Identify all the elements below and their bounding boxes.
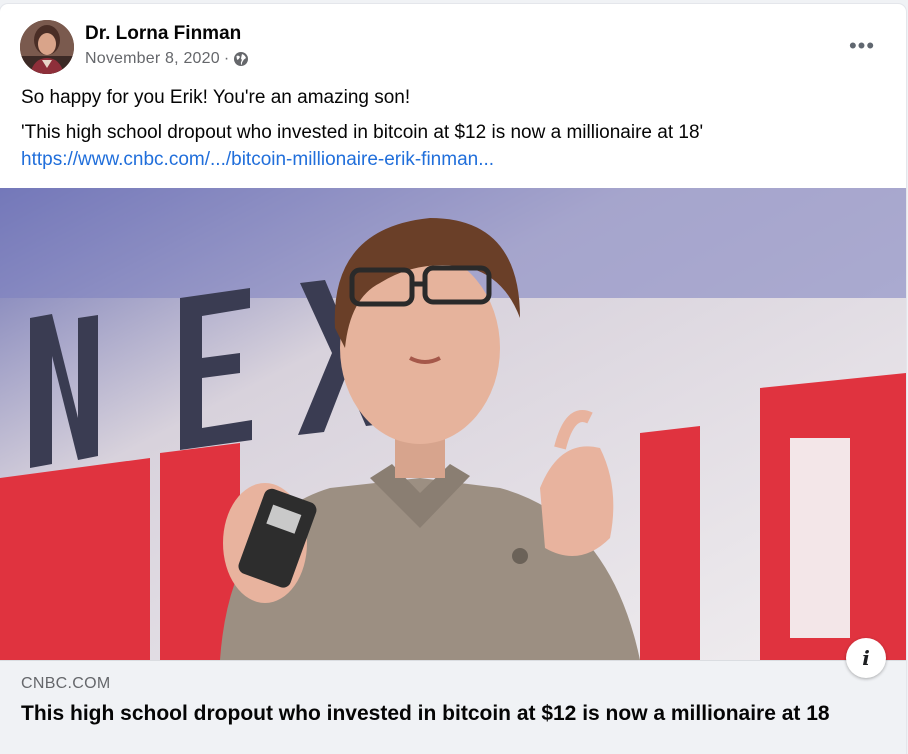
post-quote: 'This high school dropout who invested i… bbox=[21, 122, 704, 143]
globe-icon[interactable] bbox=[233, 51, 249, 67]
post-caption: So happy for you Erik! You're an amazing… bbox=[21, 87, 411, 108]
author-name[interactable]: Dr. Lorna Finman bbox=[85, 23, 241, 45]
preview-title[interactable]: This high school dropout who invested in… bbox=[21, 701, 881, 727]
link-preview[interactable]: CNBC.COM This high school dropout who in… bbox=[0, 660, 906, 754]
preview-domain: CNBC.COM bbox=[21, 675, 111, 692]
info-icon[interactable]: i bbox=[846, 638, 886, 678]
post-meta: November 8, 2020 · bbox=[85, 50, 249, 68]
post-card: Dr. Lorna Finman November 8, 2020 · ••• … bbox=[0, 4, 906, 754]
meta-separator: · bbox=[223, 50, 230, 67]
more-options-icon[interactable]: ••• bbox=[844, 28, 880, 64]
post-header: Dr. Lorna Finman November 8, 2020 · ••• bbox=[20, 20, 880, 74]
post-link[interactable]: https://www.cnbc.com/.../bitcoin-million… bbox=[21, 148, 494, 172]
author-avatar[interactable] bbox=[20, 20, 74, 74]
post-date[interactable]: November 8, 2020 bbox=[85, 50, 220, 68]
article-photo[interactable] bbox=[0, 188, 906, 660]
